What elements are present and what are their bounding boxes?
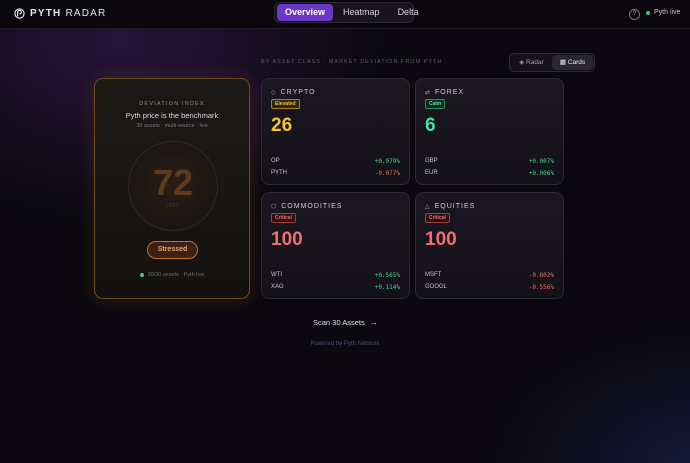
card-score: 6 bbox=[425, 115, 436, 136]
asset-row: GOOGL -0.556% bbox=[425, 284, 554, 291]
live-status: Pyth live bbox=[646, 9, 680, 16]
card-title-text: COMMODITIES bbox=[281, 203, 343, 210]
asset-card-forex[interactable]: ⇄ FOREX Calm 6 GBP +0.007% EUR +0.006% bbox=[415, 78, 564, 185]
status-badge: Calm bbox=[425, 99, 446, 109]
top-nav: PYTH RADAR Overview Heatmap Delta ? Pyth… bbox=[0, 0, 690, 29]
status-badge: Critical bbox=[271, 213, 296, 223]
asset-deviation: +0.114% bbox=[374, 284, 400, 291]
card-title-crypto: ◇ CRYPTO bbox=[271, 89, 316, 96]
deviation-index-label: DEVIATION INDEX bbox=[139, 101, 205, 107]
radar-view-button[interactable]: ◈ Radar bbox=[511, 55, 552, 70]
asset-row: OP +0.079% bbox=[271, 158, 400, 165]
asset-deviation: +0.079% bbox=[374, 158, 400, 165]
tab-overview[interactable]: Overview bbox=[277, 4, 334, 21]
asset-deviation: +0.565% bbox=[374, 272, 400, 279]
scan-assets-label: Scan 30 Assets bbox=[313, 318, 365, 327]
asset-card-crypto[interactable]: ◇ CRYPTO Elevated 26 OP +0.079% PYTH -0.077… bbox=[261, 78, 410, 185]
card-score: 26 bbox=[271, 115, 293, 136]
pyth-logo-icon bbox=[14, 8, 25, 19]
triangle-icon: △ bbox=[425, 204, 431, 210]
deviation-unit: /100 bbox=[167, 203, 179, 209]
asset-deviation: +0.006% bbox=[528, 170, 554, 177]
live-dot-icon bbox=[139, 273, 144, 277]
asset-name: PYTH bbox=[271, 170, 288, 176]
card-title-text: CRYPTO bbox=[280, 89, 316, 96]
asset-name: WTI bbox=[271, 272, 282, 278]
main-tabs: Overview Heatmap Delta bbox=[274, 2, 419, 23]
asset-name: XAG bbox=[271, 284, 284, 290]
deviation-index-subtext: 30 assets · multi-source · live bbox=[136, 123, 208, 129]
asset-name: OP bbox=[271, 158, 280, 164]
asset-deviation: -0.556% bbox=[528, 284, 554, 291]
card-title-text: FOREX bbox=[435, 89, 465, 96]
arrow-right-icon: → bbox=[369, 318, 378, 327]
tab-delta[interactable]: Delta bbox=[390, 4, 427, 21]
cards-view-label: Cards bbox=[567, 59, 586, 66]
section-subtitle: BY ASSET CLASS · MARKET DEVIATION FROM P… bbox=[261, 59, 443, 65]
deviation-gauge: 72 /100 bbox=[128, 141, 218, 231]
view-toggle: ◈ Radar ▦ Cards bbox=[509, 53, 595, 72]
card-title-text: EQUITIES bbox=[434, 203, 476, 210]
asset-row: MSFT -0.802% bbox=[425, 272, 554, 279]
asset-card-commodities[interactable]: ⬡ COMMODITIES Critical 100 WTI +0.565% XAG… bbox=[261, 192, 410, 299]
asset-deviation: +0.007% bbox=[528, 158, 554, 165]
card-title-forex: ⇄ FOREX bbox=[425, 89, 464, 96]
asset-name: MSFT bbox=[425, 272, 442, 278]
radar-view-label: Radar bbox=[526, 59, 544, 66]
asset-name: EUR bbox=[425, 170, 438, 176]
status-badge: Critical bbox=[425, 213, 450, 223]
deviation-index-headline: Pyth price is the benchmark bbox=[125, 111, 219, 120]
asset-name: GBP bbox=[425, 158, 438, 164]
powered-by-text: Powered by Pyth Network bbox=[310, 341, 380, 347]
status-badge: Stressed bbox=[147, 241, 198, 259]
deviation-footer-text: 30/30 assets · Pyth live bbox=[147, 272, 205, 278]
brand-name: PYTH RADAR bbox=[30, 8, 107, 19]
deviation-footer: 30/30 assets · Pyth live bbox=[95, 272, 249, 278]
asset-row: XAG +0.114% bbox=[271, 284, 400, 291]
asset-row: WTI +0.565% bbox=[271, 272, 400, 279]
hexagon-icon: ⬡ bbox=[271, 204, 278, 210]
asset-row: GBP +0.007% bbox=[425, 158, 554, 165]
asset-card-equities[interactable]: △ EQUITIES Critical 100 MSFT -0.802% GOOGL… bbox=[415, 192, 564, 299]
card-title-commodities: ⬡ COMMODITIES bbox=[271, 203, 342, 210]
card-score: 100 bbox=[271, 229, 303, 250]
live-dot-icon bbox=[646, 10, 650, 15]
asset-row: PYTH -0.077% bbox=[271, 170, 400, 177]
card-title-equities: △ EQUITIES bbox=[425, 203, 475, 210]
deviation-score: 72 bbox=[152, 162, 194, 203]
radar-icon: ◈ bbox=[519, 59, 525, 66]
asset-deviation: -0.802% bbox=[528, 272, 554, 279]
asset-row: EUR +0.006% bbox=[425, 170, 554, 177]
diamond-icon: ◇ bbox=[271, 90, 277, 96]
brand-logo[interactable]: PYTH RADAR bbox=[14, 8, 106, 19]
asset-name: GOOGL bbox=[425, 284, 448, 290]
cards-view-button[interactable]: ▦ Cards bbox=[552, 55, 593, 70]
card-score: 100 bbox=[425, 229, 457, 250]
live-label: Pyth live bbox=[654, 9, 681, 16]
status-badge: Elevated bbox=[271, 99, 300, 109]
asset-deviation: -0.077% bbox=[374, 170, 400, 177]
deviation-index-card: DEVIATION INDEX Pyth price is the benchm… bbox=[94, 78, 250, 299]
scan-assets-button[interactable]: Scan 30 Assets → bbox=[313, 318, 378, 327]
tab-heatmap[interactable]: Heatmap bbox=[335, 4, 388, 21]
exchange-icon: ⇄ bbox=[425, 90, 432, 96]
cards-icon: ▦ bbox=[559, 59, 566, 66]
help-icon[interactable]: ? bbox=[629, 9, 640, 20]
